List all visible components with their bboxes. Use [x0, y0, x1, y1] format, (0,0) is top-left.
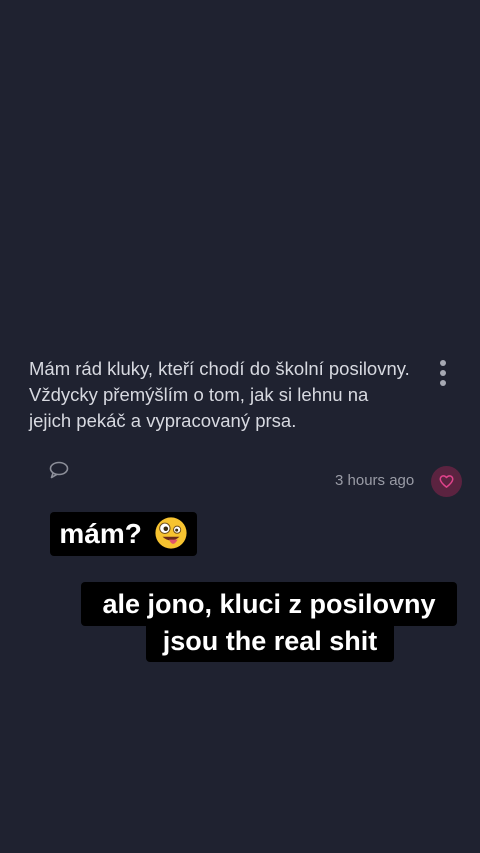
sticker-text: mám? — [59, 518, 142, 549]
zany-face-emoji — [155, 517, 187, 549]
post-text: Mám rád kluky, kteří chodí do školní pos… — [29, 358, 410, 431]
more-vertical-icon-dot — [440, 360, 446, 366]
like-button[interactable] — [431, 466, 462, 497]
heart-icon — [439, 475, 454, 488]
more-vertical-icon-dot — [440, 370, 446, 376]
text-sticker-reply-line-2: jsou the real shit — [146, 620, 394, 662]
comment-icon[interactable] — [48, 460, 70, 480]
text-sticker-question: mám? — [50, 512, 197, 556]
more-vertical-icon-dot — [440, 380, 446, 386]
more-options-button[interactable] — [432, 358, 454, 388]
post-timestamp: 3 hours ago — [335, 472, 415, 489]
